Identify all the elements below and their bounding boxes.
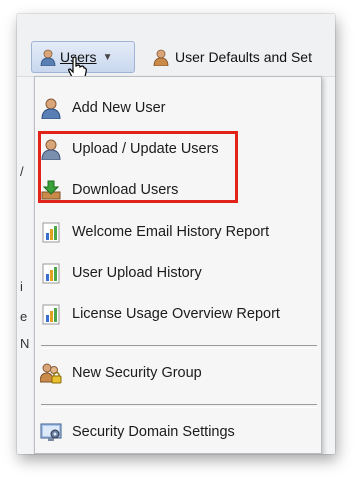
menu-item-upload-update-users[interactable]: Upload / Update Users xyxy=(35,131,321,167)
user-icon xyxy=(153,49,169,66)
report-chart-icon xyxy=(42,304,60,325)
user-defaults-button[interactable]: User Defaults and Set xyxy=(147,42,312,72)
menu-separator xyxy=(41,345,317,349)
menu-item-security-domain-settings[interactable]: Security Domain Settings xyxy=(35,414,321,450)
menu-item-new-security-group[interactable]: New Security Group xyxy=(35,355,321,391)
user-icon xyxy=(40,49,56,66)
menu-item-download-users[interactable]: Download Users xyxy=(35,172,321,208)
chevron-down-icon: ▼ xyxy=(102,51,113,63)
toolbar: Users ▼ User Defaults and Set xyxy=(17,14,335,80)
background-fragment: N xyxy=(20,336,30,351)
menu-item-label: License Usage Overview Report xyxy=(72,306,280,322)
user-defaults-label: User Defaults and Set xyxy=(175,49,312,65)
group-lock-icon xyxy=(40,363,62,384)
menu-item-label: New Security Group xyxy=(72,365,202,381)
user-icon xyxy=(41,98,61,119)
menu-separator xyxy=(41,404,317,408)
menu-item-label: User Upload History xyxy=(72,265,202,281)
report-chart-icon xyxy=(42,263,60,284)
menu-item-welcome-email-history-report[interactable]: Welcome Email History Report xyxy=(35,214,321,250)
users-dropdown-menu: Add New User Upload / Update Users Downl… xyxy=(34,76,322,454)
background-fragment: e xyxy=(20,309,28,324)
screenshot-frame: Users ▼ User Defaults and Set / i e N Ad… xyxy=(17,14,335,454)
user-icon xyxy=(41,139,61,160)
menu-item-user-upload-history[interactable]: User Upload History xyxy=(35,255,321,291)
menu-item-label: Add New User xyxy=(72,100,166,116)
menu-item-add-new-user[interactable]: Add New User xyxy=(35,90,321,126)
menu-item-license-usage-overview-report[interactable]: License Usage Overview Report xyxy=(35,296,321,332)
download-tray-icon xyxy=(41,180,61,200)
background-fragment: i xyxy=(20,279,23,294)
menu-item-label: Download Users xyxy=(72,182,179,198)
menu-item-label: Upload / Update Users xyxy=(72,141,219,157)
menu-item-label: Security Domain Settings xyxy=(72,424,235,440)
menu-item-label: Welcome Email History Report xyxy=(72,224,270,240)
report-chart-icon xyxy=(42,222,60,243)
domain-settings-icon xyxy=(40,423,62,441)
background-fragment: / xyxy=(20,164,24,179)
